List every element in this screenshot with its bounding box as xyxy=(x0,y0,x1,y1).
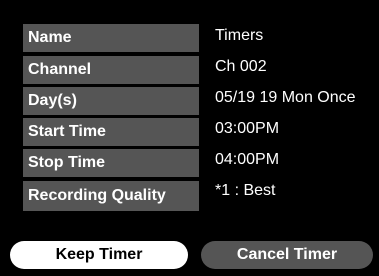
start-time-value: 03:00PM xyxy=(215,120,280,137)
stop-time-value: 04:00PM xyxy=(215,151,280,168)
channel-value: Ch 002 xyxy=(215,58,267,75)
keep-timer-button[interactable]: Keep Timer xyxy=(10,241,188,269)
name-value: Timers xyxy=(215,27,264,44)
cancel-timer-button[interactable]: Cancel Timer xyxy=(201,241,373,269)
recording-quality-value: *1 : Best xyxy=(215,182,276,199)
days-label: Day(s) xyxy=(23,87,199,115)
days-value: 05/19 19 Mon Once xyxy=(215,89,356,106)
name-label: Name xyxy=(23,24,199,52)
stop-time-label: Stop Time xyxy=(23,149,199,177)
timer-details-panel: Name Timers Channel Ch 002 Day(s) 05/19 … xyxy=(0,0,379,276)
channel-label: Channel xyxy=(23,56,199,84)
recording-quality-label: Recording Quality xyxy=(23,181,199,211)
start-time-label: Start Time xyxy=(23,118,199,146)
